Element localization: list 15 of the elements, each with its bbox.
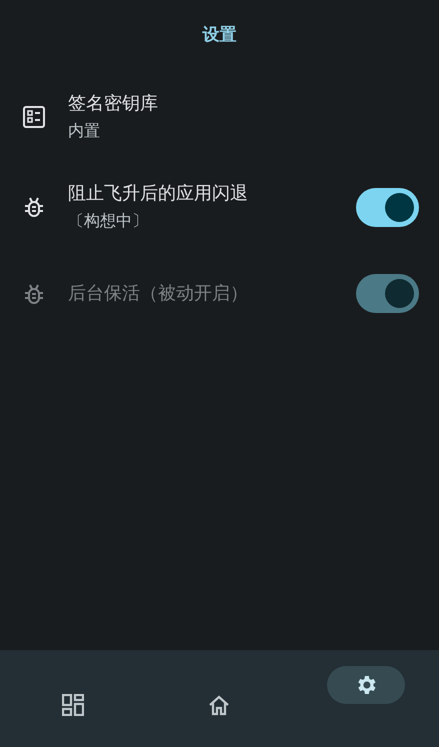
- setting-row[interactable]: 阻止飞升后的应用闪退 〔构想中〕: [0, 162, 439, 252]
- bug-icon: [23, 282, 45, 304]
- toggle-switch[interactable]: [356, 188, 419, 226]
- setting-title: 阻止飞升后的应用闪退: [68, 182, 249, 206]
- home-icon: [208, 694, 230, 716]
- nav-tab[interactable]: [326, 666, 405, 704]
- bug-icon: [23, 196, 45, 218]
- list-icon: [23, 106, 45, 128]
- setting-subtitle: 内置: [68, 120, 101, 142]
- dashboard-icon: [62, 694, 84, 716]
- setting-title: 后台保活（被动开启）: [68, 282, 249, 306]
- setting-subtitle: 〔构想中〕: [68, 210, 149, 232]
- page-title: 设置: [202, 24, 236, 48]
- setting-row[interactable]: 签名密钥库 内置: [0, 72, 439, 162]
- setting-title: 签名密钥库: [68, 92, 159, 116]
